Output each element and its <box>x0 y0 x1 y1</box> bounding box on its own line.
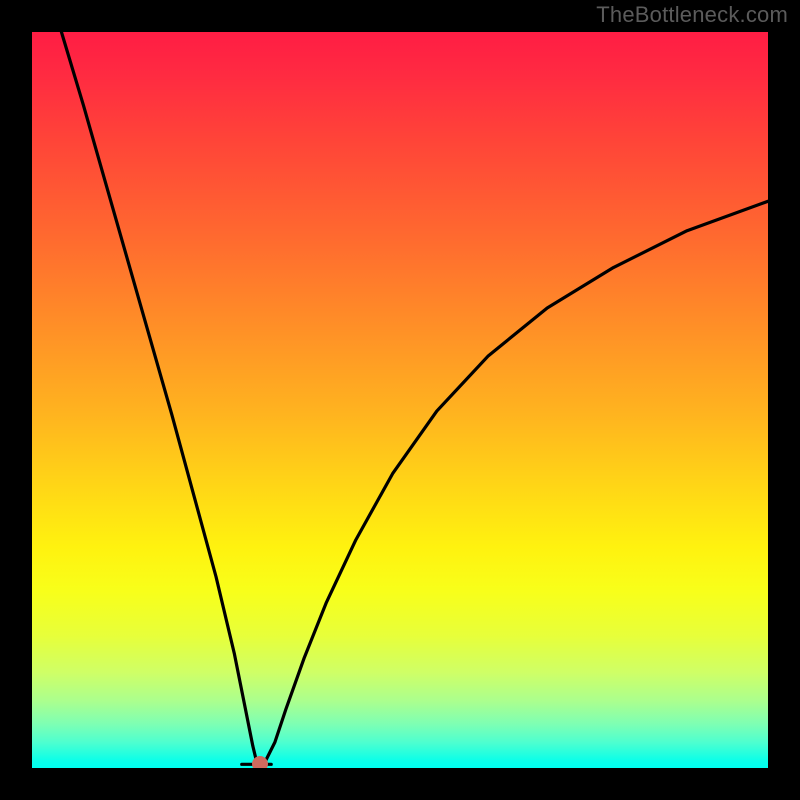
chart-frame: TheBottleneck.com <box>0 0 800 800</box>
minimum-marker <box>252 756 268 768</box>
plot-area <box>32 32 768 768</box>
curve-path <box>61 32 768 764</box>
watermark-text: TheBottleneck.com <box>596 2 788 28</box>
bottleneck-curve <box>32 32 768 768</box>
